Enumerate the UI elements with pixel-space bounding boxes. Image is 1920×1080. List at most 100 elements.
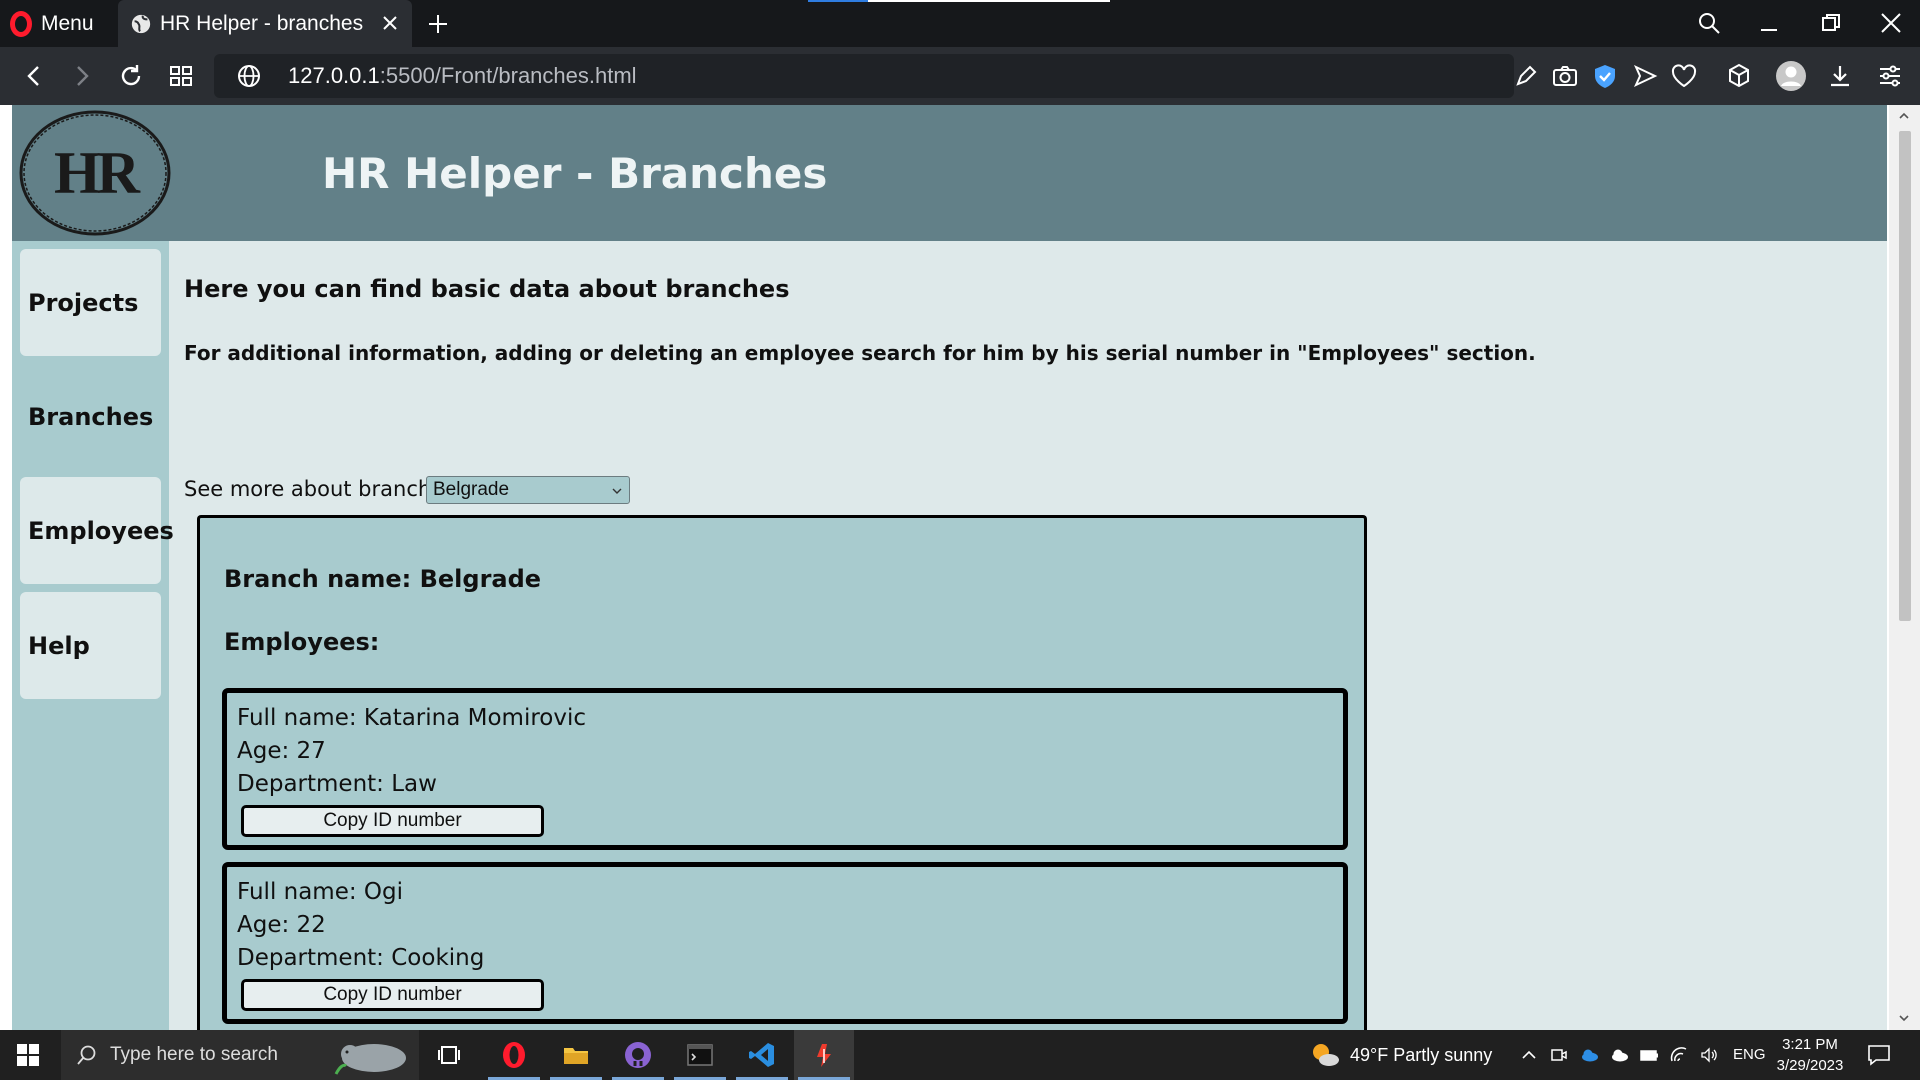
browser-tab-active[interactable]: HR Helper - branches bbox=[118, 0, 412, 47]
employee-age: Age: 22 bbox=[237, 912, 326, 938]
system-clock[interactable]: 3:21 PM 3/29/2023 bbox=[1770, 1034, 1850, 1076]
meet-now-icon[interactable] bbox=[1549, 1045, 1569, 1065]
menu-label: Menu bbox=[41, 12, 94, 35]
chevron-up-icon[interactable] bbox=[1519, 1045, 1539, 1065]
taskbar-github-desktop[interactable] bbox=[608, 1030, 668, 1080]
easy-setup-icon[interactable] bbox=[1876, 62, 1904, 90]
sidebar: Projects Branches Employees Help bbox=[12, 241, 174, 1030]
camera-icon[interactable] bbox=[1551, 62, 1579, 90]
scroll-thumb[interactable] bbox=[1899, 131, 1911, 621]
minimize-icon[interactable] bbox=[1756, 10, 1782, 36]
task-view-button[interactable] bbox=[420, 1030, 480, 1080]
weather-text[interactable]: 49°F Partly sunny bbox=[1350, 1045, 1492, 1066]
windows-taskbar: Type here to search 49°F Partly sunny EN… bbox=[0, 1030, 1920, 1080]
notifications-icon[interactable] bbox=[1867, 1044, 1891, 1066]
vscode-icon bbox=[749, 1043, 774, 1067]
employees-heading: Employees: bbox=[224, 628, 380, 656]
logo-text: HR bbox=[54, 140, 141, 206]
taskbar-terminal[interactable] bbox=[670, 1030, 730, 1080]
url-text[interactable]: 127.0.0.1:5500/Front/branches.html bbox=[288, 63, 637, 89]
github-icon bbox=[625, 1042, 651, 1068]
chevron-down-icon bbox=[612, 488, 622, 494]
restore-icon[interactable] bbox=[1818, 10, 1844, 36]
cloud-icon[interactable] bbox=[1609, 1045, 1629, 1065]
search-placeholder: Type here to search bbox=[110, 1044, 278, 1065]
partly-sunny-icon[interactable] bbox=[1309, 1041, 1341, 1069]
sidebar-item-label: Projects bbox=[28, 288, 139, 317]
battery-icon[interactable] bbox=[1639, 1045, 1659, 1065]
reload-icon[interactable] bbox=[117, 62, 145, 90]
app-red-icon bbox=[817, 1044, 831, 1067]
copy-id-button[interactable]: Copy ID number bbox=[241, 979, 544, 1011]
scroll-down-icon[interactable] bbox=[1897, 1011, 1911, 1025]
forward-icon[interactable] bbox=[68, 62, 96, 90]
download-icon[interactable] bbox=[1826, 62, 1854, 90]
sidebar-item-label: Employees bbox=[28, 516, 174, 545]
tab-grid-icon[interactable] bbox=[167, 62, 195, 90]
url-host: 127.0.0.1 bbox=[288, 63, 380, 88]
send-icon[interactable] bbox=[1631, 62, 1659, 90]
taskbar-vscode[interactable] bbox=[732, 1030, 792, 1080]
sidebar-item-branches[interactable]: Branches bbox=[20, 363, 161, 470]
search-highlight-manatee-icon bbox=[334, 1044, 406, 1075]
wifi-icon[interactable] bbox=[1669, 1045, 1689, 1065]
employee-card: Full name: Katarina Momirovic Age: 27 De… bbox=[222, 688, 1348, 850]
opera-logo-icon bbox=[10, 11, 32, 37]
back-icon[interactable] bbox=[20, 62, 48, 90]
sidebar-item-label: Branches bbox=[28, 402, 154, 431]
opera-menu-button[interactable]: Menu bbox=[10, 9, 94, 39]
branch-details-card: Branch name: Belgrade Employees: Full na… bbox=[197, 515, 1367, 1030]
page-viewport: HR HR Helper - Branches Projects Branche… bbox=[0, 105, 1920, 1030]
volume-icon[interactable] bbox=[1699, 1045, 1719, 1065]
sidebar-item-employees[interactable]: Employees bbox=[20, 477, 174, 584]
opera-icon bbox=[503, 1042, 525, 1068]
input-language[interactable]: ENG bbox=[1733, 1046, 1766, 1063]
employee-department: Department: Law bbox=[237, 771, 437, 797]
copy-id-button[interactable]: Copy ID number bbox=[241, 805, 544, 837]
loading-indicator-accent bbox=[808, 0, 868, 2]
site-info-icon[interactable] bbox=[236, 63, 262, 89]
employee-age: Age: 27 bbox=[237, 738, 326, 764]
close-tab-icon[interactable] bbox=[378, 11, 402, 35]
scroll-up-icon[interactable] bbox=[1897, 109, 1911, 123]
sidebar-item-help[interactable]: Help bbox=[20, 592, 161, 699]
search-tabs-icon[interactable] bbox=[1696, 10, 1722, 36]
page-title: HR Helper - Branches bbox=[322, 149, 828, 198]
branch-select[interactable]: Belgrade bbox=[426, 476, 630, 504]
url-path: :5500/Front/branches.html bbox=[379, 63, 637, 88]
branch-name: Branch name: Belgrade bbox=[224, 565, 542, 593]
clock-time: 3:21 PM bbox=[1782, 1036, 1838, 1053]
intro-heading: Here you can find basic data about branc… bbox=[184, 275, 790, 303]
onedrive-icon[interactable] bbox=[1579, 1045, 1599, 1065]
sidebar-item-label: Help bbox=[28, 631, 90, 660]
globe-icon bbox=[131, 14, 151, 33]
terminal-icon bbox=[687, 1044, 713, 1066]
profile-avatar-icon[interactable] bbox=[1775, 60, 1807, 92]
heart-icon[interactable] bbox=[1670, 62, 1698, 90]
close-window-icon[interactable] bbox=[1878, 10, 1904, 36]
branch-select-value: Belgrade bbox=[433, 479, 510, 500]
share-icon[interactable] bbox=[1512, 62, 1540, 90]
branch-select-label: See more about branch: bbox=[184, 477, 439, 501]
hr-helper-page: HR HR Helper - Branches Projects Branche… bbox=[12, 105, 1887, 1030]
tab-title: HR Helper - branches bbox=[160, 11, 364, 35]
sidebar-item-projects[interactable]: Projects bbox=[20, 249, 161, 356]
page-scrollbar[interactable] bbox=[1889, 105, 1920, 1030]
vpn-shield-icon[interactable] bbox=[1591, 62, 1619, 90]
site-header: HR HR Helper - Branches bbox=[12, 105, 1887, 241]
search-icon bbox=[77, 1045, 96, 1065]
task-view-icon bbox=[438, 1046, 460, 1064]
employee-card: Full name: Ogi Age: 22 Department: Cooki… bbox=[222, 862, 1348, 1024]
employee-department: Department: Cooking bbox=[237, 945, 485, 971]
folder-icon bbox=[564, 1048, 588, 1064]
intro-note: For additional information, adding or de… bbox=[184, 341, 1536, 365]
taskbar-file-explorer[interactable] bbox=[546, 1030, 606, 1080]
taskbar-opera[interactable] bbox=[484, 1030, 544, 1080]
windows-start-icon[interactable] bbox=[17, 1044, 39, 1066]
employee-full-name: Full name: Ogi bbox=[237, 879, 404, 905]
taskbar-postman[interactable] bbox=[794, 1030, 854, 1080]
clock-date: 3/29/2023 bbox=[1776, 1057, 1844, 1074]
hr-logo: HR bbox=[19, 110, 171, 236]
new-tab-icon[interactable] bbox=[426, 12, 450, 36]
extensions-cube-icon[interactable] bbox=[1725, 62, 1753, 90]
